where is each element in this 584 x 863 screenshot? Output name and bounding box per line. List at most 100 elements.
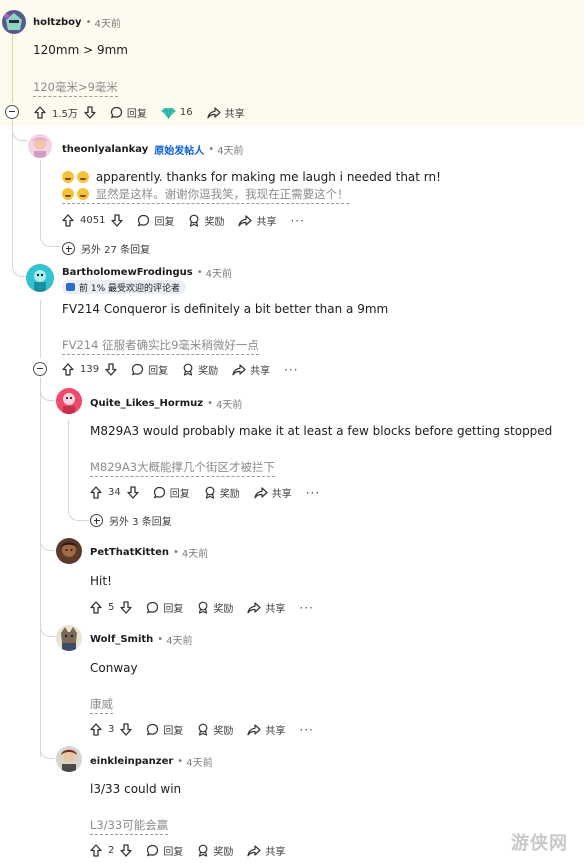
upvote-icon[interactable] [62,214,74,227]
avatar[interactable] [56,388,82,414]
username[interactable]: PetThatKitten [90,547,169,558]
username[interactable]: BartholomewFrodingus [62,267,193,278]
award-icon [198,844,208,857]
username[interactable]: einkleinpanzer [90,756,173,767]
award-button[interactable]: 奖励 [197,722,233,737]
comment-body: 120mm > 9mm [33,43,128,57]
award-icon [198,601,208,614]
comment-translation-text: 显然是这样。谢谢你逗我笑，我现在正需要这个！ [95,187,349,201]
vote-count: 139 [80,364,100,375]
thread-branch [40,622,55,637]
reply-label: 回复 [126,109,147,120]
reply-button[interactable]: 回复 [146,722,183,737]
reply-icon [147,601,159,614]
share-button[interactable]: 共享 [207,105,245,120]
collapse-thread-button[interactable] [33,362,47,376]
share-button[interactable]: 共享 [247,843,285,858]
upvote-icon[interactable] [90,486,102,499]
op-badge: 原始发帖人 [154,146,205,157]
avatar[interactable] [2,10,26,34]
upvote-icon[interactable] [90,601,102,614]
downvote-icon[interactable] [120,601,133,614]
avatar[interactable] [56,746,82,772]
vote-group: 5 [90,601,133,614]
reply-button[interactable]: 回复 [131,362,168,377]
timestamp[interactable]: 4天前 [166,632,192,647]
laughing-emoji-icon [77,171,89,183]
upvote-icon[interactable] [62,363,74,376]
collapse-thread-button[interactable] [5,105,19,119]
thread-line [12,34,13,102]
avatar[interactable] [56,538,82,564]
reply-label: 回复 [154,217,175,228]
share-button[interactable]: 共享 [247,600,285,615]
comment-body: M829A3 would probably make it at least a… [90,424,553,438]
avatar[interactable] [26,264,54,292]
timestamp[interactable]: 4天前 [182,545,208,560]
share-button[interactable]: 共享 [238,213,276,228]
share-button[interactable]: 共享 [232,362,270,377]
more-replies-button[interactable]: 另外 27 条回复 [62,241,150,256]
more-replies-button[interactable]: 另外 3 条回复 [90,513,172,528]
share-label: 共享 [265,604,286,615]
avatar[interactable] [56,625,82,651]
more-options-icon[interactable]: ··· [299,601,313,615]
downvote-icon[interactable] [120,844,133,857]
timestamp[interactable]: 4天前 [206,265,232,280]
username[interactable]: holtzboy [33,17,82,28]
comment-actions: 4051 回复 奖励 共享 ··· [62,213,305,228]
share-button[interactable]: 共享 [254,485,292,500]
downvote-icon[interactable] [111,214,124,227]
reply-button[interactable]: 回复 [110,105,147,120]
reply-button[interactable]: 回复 [153,485,190,500]
award-icon [190,214,199,227]
downvote-icon[interactable] [105,363,117,376]
more-options-icon[interactable]: ··· [299,723,313,737]
downvote-icon[interactable] [120,723,133,736]
award-icon [205,486,215,499]
username[interactable]: Wolf_Smith [90,634,153,645]
timestamp[interactable]: 4天前 [186,754,212,769]
downvote-icon[interactable] [84,106,96,119]
award-button[interactable]: 奖励 [197,843,233,858]
reply-button[interactable]: 回复 [137,213,174,228]
more-options-icon[interactable]: ··· [290,214,304,228]
timestamp[interactable]: 4天前 [94,15,120,30]
vote-count: 5 [108,602,115,613]
thread-branch [40,742,55,759]
award-button[interactable]: 奖励 [197,600,233,615]
vote-group: 34 [90,486,139,499]
award-button[interactable]: 奖励 [204,485,240,500]
upvote-icon[interactable] [90,844,102,857]
reply-button[interactable]: 回复 [146,600,183,615]
more-options-icon[interactable]: ··· [306,486,320,500]
award-button[interactable]: 16 [161,107,193,119]
reply-button[interactable]: 回复 [146,843,183,858]
reply-icon [153,486,165,499]
more-options-icon[interactable]: ··· [284,363,298,377]
comment-actions: 5 回复 奖励 共享 ··· [90,600,314,615]
laughing-emoji-icon [62,188,74,200]
avatar[interactable] [28,134,52,158]
downvote-icon[interactable] [127,486,139,499]
timestamp[interactable]: 4天前 [217,142,243,157]
award-button[interactable]: 奖励 [182,362,218,377]
comment-translation: 120毫米>9毫米 [33,79,118,97]
thread-branch [12,250,27,277]
thread-branch [68,498,89,521]
username[interactable]: theonlyalankay [62,144,148,155]
username[interactable]: Quite_Likes_Hormuz [90,398,203,409]
share-button[interactable]: 共享 [247,722,285,737]
timestamp[interactable]: 4天前 [216,396,242,411]
upvote-icon[interactable] [90,723,102,736]
comment-translation: FV214 征服者确实比9毫米稍微好一点 [62,337,259,355]
share-label: 共享 [265,726,286,737]
reply-icon [110,106,123,119]
more-replies-label: 另外 3 条回复 [109,517,172,528]
vote-count: 4051 [80,215,106,226]
upvote-icon[interactable] [34,106,46,119]
vote-count: 3 [108,724,115,735]
award-button[interactable]: 奖励 [188,213,224,228]
reply-icon [147,844,159,857]
more-replies-label: 另外 27 条回复 [81,245,151,256]
